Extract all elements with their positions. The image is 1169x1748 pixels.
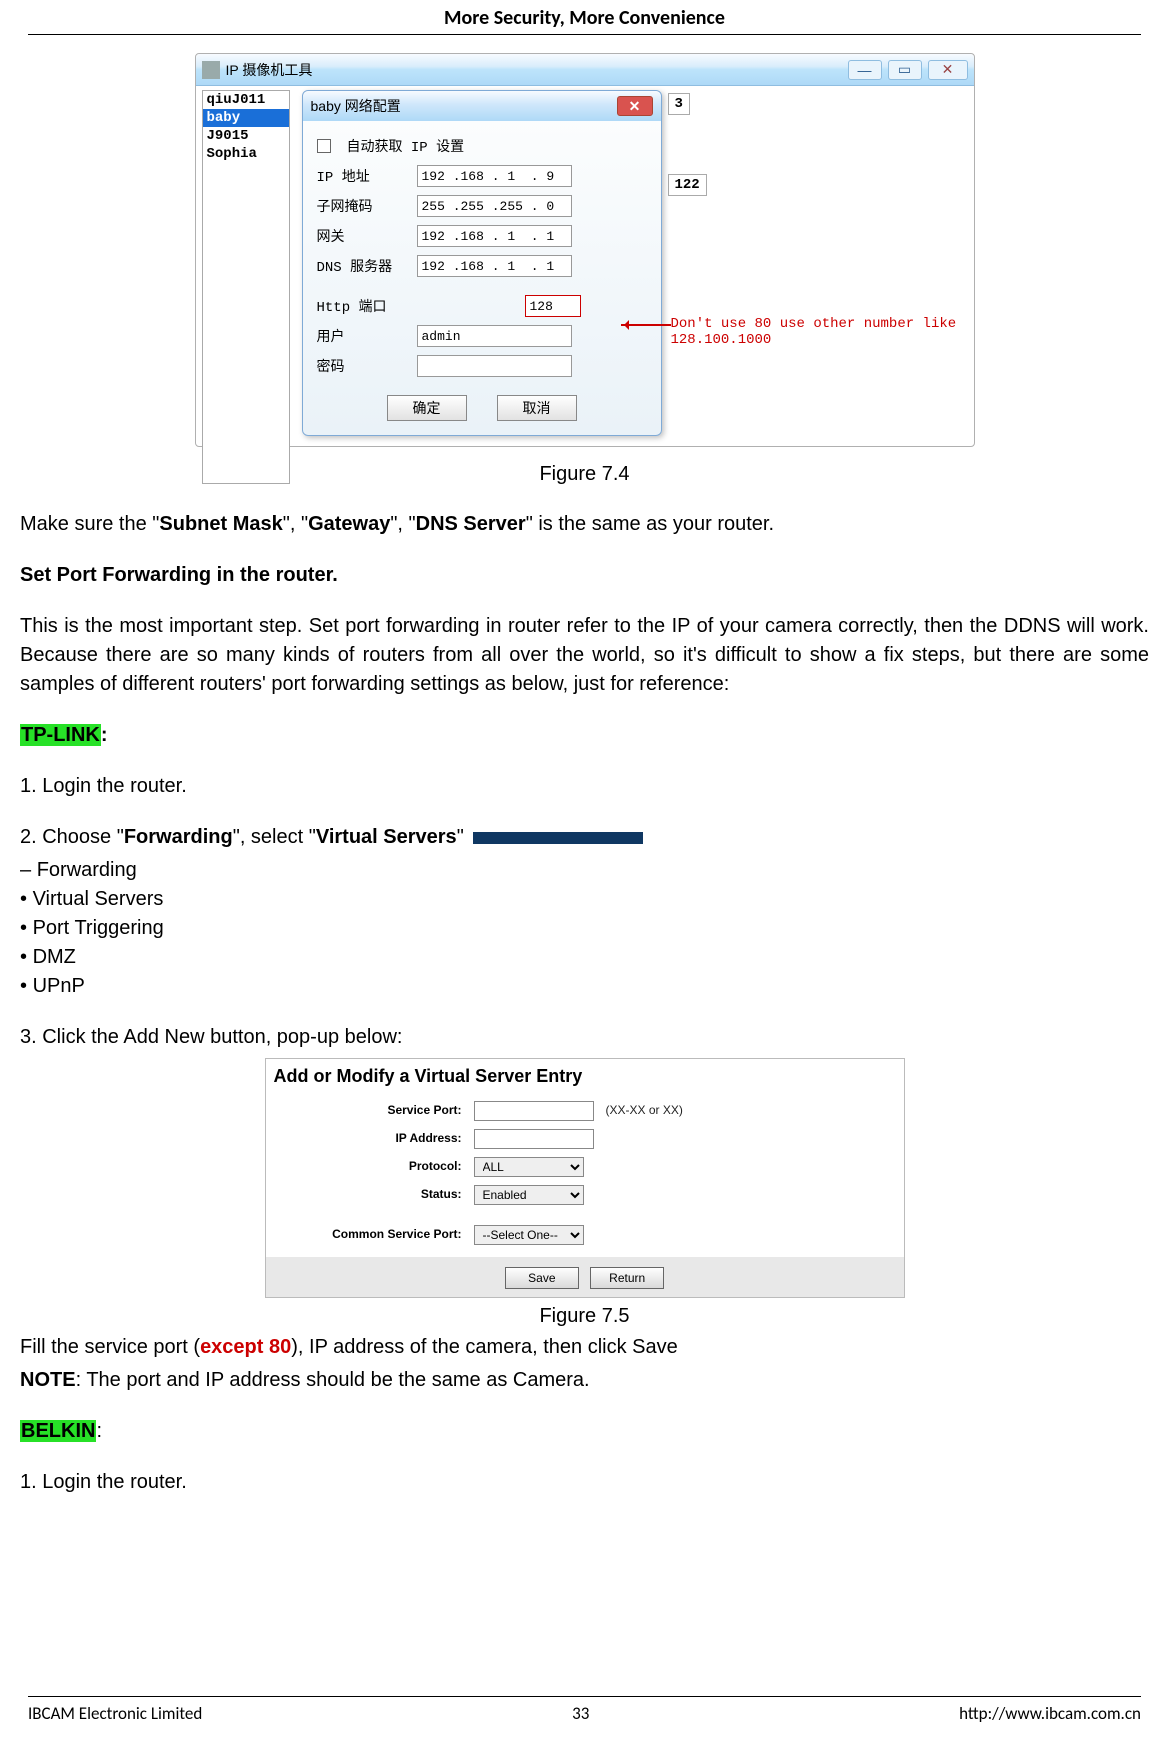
ok-button[interactable]: 确定 [387,395,467,421]
footer-company: IBCAM Electronic Limited [28,1703,202,1724]
window-close-button[interactable]: ✕ [928,60,968,80]
page-footer: IBCAM Electronic Limited 33 http://www.i… [28,1696,1141,1724]
vs-ip-label: IP Address: [274,1130,474,1147]
paragraph: This is the most important step. Set por… [20,612,1149,699]
user-input[interactable] [417,325,572,347]
port-label: Http 端口 [317,296,407,316]
device-item-selected[interactable]: baby [203,109,289,127]
device-item[interactable]: J9015 [203,127,289,145]
cancel-button[interactable]: 取消 [497,395,577,421]
user-label: 用户 [317,326,407,346]
virtual-server-panel: Add or Modify a Virtual Server Entry Ser… [265,1058,905,1298]
vs-status-label: Status: [274,1186,474,1203]
dhcp-label: 自动获取 IP 设置 [347,136,465,156]
step-1: 1. Login the router. [20,772,1149,801]
body-text: Make sure the "Subnet Mask", "Gateway", … [20,510,1149,1497]
window-title: IP 摄像机工具 [226,60,848,80]
vs-protocol-select[interactable]: ALL [474,1157,584,1177]
vs-title: Add or Modify a Virtual Server Entry [266,1059,904,1097]
password-input[interactable] [417,355,572,377]
app-icon [202,61,220,79]
ipcam-tool-window: IP 摄像机工具 — ▭ ✕ qiuJ011 baby J9015 Sophia… [195,53,975,447]
vs-ip-input[interactable] [474,1129,594,1149]
note-line: NOTE: The port and IP address should be … [20,1366,1149,1395]
vs-service-port-label: Service Port: [274,1102,474,1119]
dialog-title: baby 网络配置 [311,96,401,116]
dialog-titlebar: baby 网络配置 ✕ [303,91,661,121]
belkin-step-1: 1. Login the router. [20,1468,1149,1497]
vs-common-port-label: Common Service Port: [274,1226,474,1243]
router-brand-belkin: BELKIN [20,1420,96,1442]
bg-field: 3 [668,93,690,115]
forwarding-menu [473,832,643,844]
annotation-arrow [621,324,671,326]
dhcp-row: 自动获取 IP 设置 [317,131,647,161]
vs-service-port-input[interactable] [474,1101,594,1121]
vs-return-button[interactable]: Return [590,1267,664,1289]
dns-input[interactable] [417,255,572,277]
bg-field: 122 [668,174,707,196]
vs-service-port-hint: (XX-XX or XX) [606,1102,683,1119]
footer-page-number: 33 [572,1703,589,1724]
http-port-input[interactable] [525,295,581,317]
figure-caption-74: Figure 7.4 [20,463,1149,486]
gateway-input[interactable] [417,225,572,247]
minimize-button[interactable]: — [848,60,882,80]
network-config-dialog: baby 网络配置 ✕ 自动获取 IP 设置 IP 地址 子网掩码 [302,90,662,436]
port-annotation: Don't use 80 use other number like 128.1… [671,316,957,348]
section-heading: Set Port Forwarding in the router. [20,564,338,586]
device-item[interactable]: Sophia [203,145,289,163]
ip-input[interactable] [417,165,572,187]
step-3: 3. Click the Add New button, pop-up belo… [20,1023,1149,1052]
footer-url: http://www.ibcam.com.cn [959,1703,1141,1724]
dhcp-checkbox[interactable] [317,139,331,153]
page-header: More Security, More Convenience [28,0,1141,35]
device-list[interactable]: qiuJ011 baby J9015 Sophia [202,90,290,484]
vs-status-select[interactable]: Enabled [474,1185,584,1205]
vs-protocol-label: Protocol: [274,1158,474,1175]
maximize-button[interactable]: ▭ [888,60,922,80]
dns-label: DNS 服务器 [317,256,407,276]
pass-label: 密码 [317,356,407,376]
vs-common-port-select[interactable]: --Select One-- [474,1225,584,1245]
window-titlebar: IP 摄像机工具 — ▭ ✕ [196,54,974,86]
vs-save-button[interactable]: Save [505,1267,579,1289]
ip-label: IP 地址 [317,166,407,186]
mask-label: 子网掩码 [317,196,407,216]
gateway-label: 网关 [317,226,407,246]
step-2: 2. Choose "Forwarding", select "Virtual … [20,823,1149,852]
fill-line: Fill the service port (except 80), IP ad… [20,1333,1149,1362]
router-brand-tplink: TP-LINK [20,724,101,746]
figure-caption-75: Figure 7.5 [20,1302,1149,1331]
mask-input[interactable] [417,195,572,217]
dialog-close-button[interactable]: ✕ [617,96,653,116]
device-item[interactable]: qiuJ011 [203,91,289,109]
